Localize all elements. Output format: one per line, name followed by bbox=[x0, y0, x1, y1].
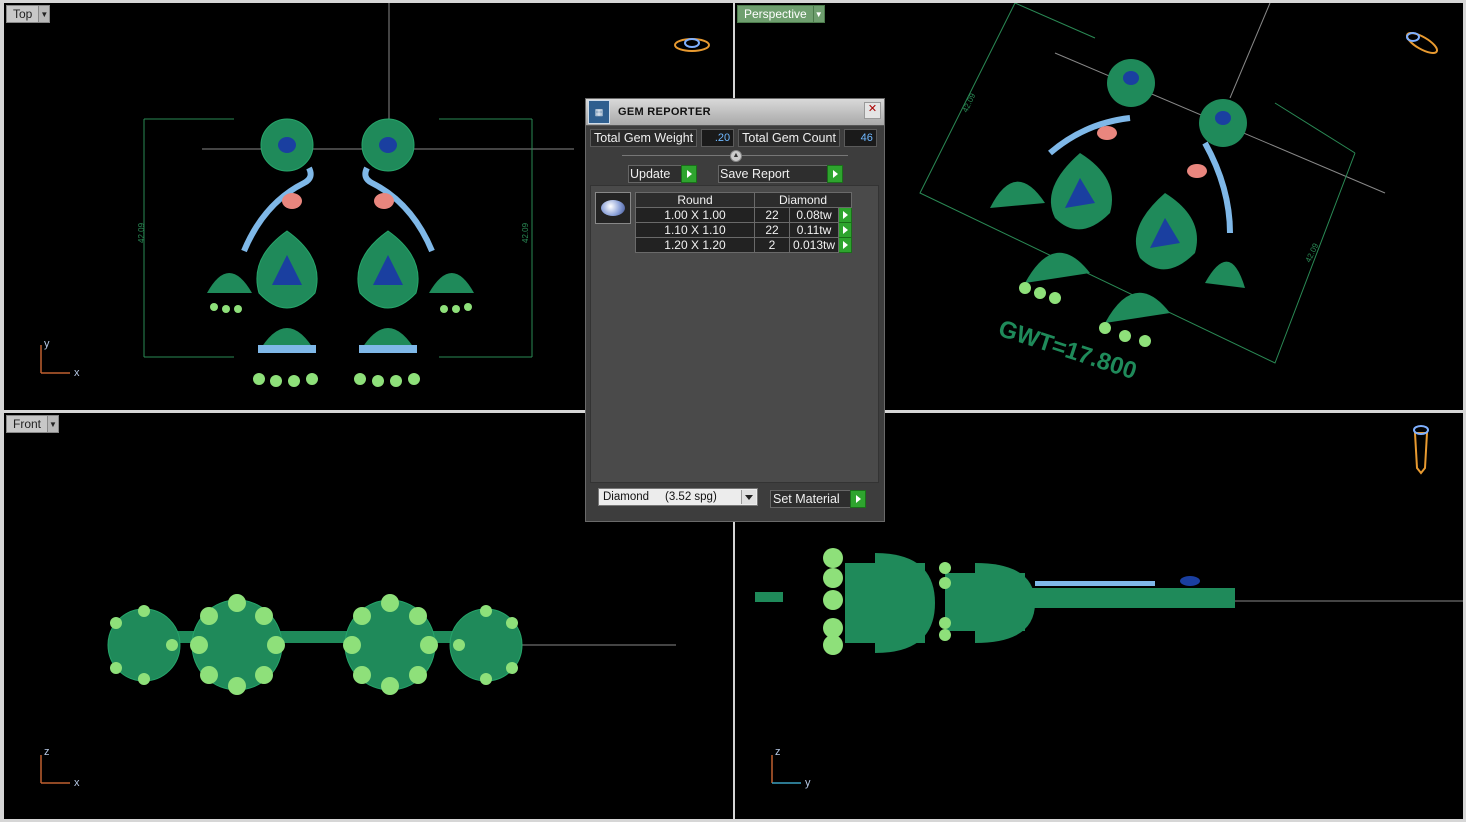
earring-front-parts bbox=[107, 594, 523, 695]
save-report-button-label: Save Report bbox=[720, 167, 790, 181]
row-action-icon[interactable] bbox=[838, 222, 853, 238]
viewport-front-label[interactable]: Front ▼ bbox=[6, 415, 60, 433]
gem-weight-cell: 0.11tw bbox=[788, 222, 840, 238]
material-select-value: Diamond (3.52 spg) bbox=[603, 491, 717, 503]
view-cube-ring-icon[interactable] bbox=[1404, 29, 1439, 56]
round-gem-icon[interactable] bbox=[595, 192, 631, 224]
gem-list-area[interactable]: Round Diamond 1.00 X 1.00 22 0.08tw 1.10… bbox=[590, 185, 879, 483]
view-cube-ring-icon[interactable] bbox=[674, 38, 710, 52]
save-report-button[interactable]: Save Report bbox=[718, 165, 843, 183]
gem-count-cell: 2 bbox=[754, 237, 790, 253]
gem-weight-cell: 0.08tw bbox=[788, 207, 840, 223]
totals-row: Total Gem Weight .20 Total Gem Count 46 bbox=[590, 129, 880, 147]
collapse-up-icon[interactable]: ▲ bbox=[730, 150, 742, 162]
total-gem-weight-value: .20 bbox=[701, 129, 735, 147]
earring-persp-left bbox=[990, 59, 1155, 304]
dimension-label-left: 42.09 bbox=[137, 222, 146, 243]
axis-indicator-front: z x bbox=[40, 746, 80, 789]
viewport-front-name[interactable]: Front bbox=[6, 415, 49, 433]
table-row[interactable]: 1.10 X 1.10 22 0.11tw bbox=[635, 222, 853, 238]
table-row[interactable]: 1.20 X 1.20 2 0.013tw bbox=[635, 237, 853, 253]
viewport-top-label[interactable]: Top ▼ bbox=[6, 5, 51, 23]
svg-text:y: y bbox=[805, 777, 811, 789]
earring-persp-right bbox=[1099, 99, 1247, 347]
svg-text:z: z bbox=[44, 746, 50, 758]
svg-text:x: x bbox=[74, 367, 80, 379]
gwt-annotation: GWT=17.800 bbox=[995, 315, 1140, 385]
viewport-perspective-name[interactable]: Perspective bbox=[737, 5, 814, 23]
dialog-title-bar[interactable]: ▦ GEM REPORTER ✕ bbox=[586, 99, 884, 126]
chevron-down-icon[interactable]: ▼ bbox=[813, 5, 825, 23]
gem-reporter-dialog[interactable]: ▦ GEM REPORTER ✕ Total Gem Weight .20 To… bbox=[585, 98, 885, 522]
axis-indicator-top: y x bbox=[40, 338, 80, 379]
total-gem-weight-label: Total Gem Weight bbox=[590, 129, 698, 147]
material-select[interactable]: Diamond (3.52 spg) bbox=[598, 488, 758, 506]
dimension-label-persp-right: 42.09 bbox=[1304, 241, 1321, 263]
viewport-top-name[interactable]: Top bbox=[6, 5, 40, 23]
table-row[interactable]: 1.00 X 1.00 22 0.08tw bbox=[635, 207, 853, 223]
shape-header: Round bbox=[635, 192, 755, 208]
row-action-icon[interactable] bbox=[838, 207, 853, 223]
total-gem-count-label: Total Gem Count bbox=[738, 129, 840, 147]
set-material-button-label: Set Material bbox=[773, 492, 840, 506]
gem-size-cell: 1.10 X 1.10 bbox=[635, 222, 755, 238]
gem-size-cell: 1.20 X 1.20 bbox=[635, 237, 755, 253]
row-action-icon[interactable] bbox=[838, 237, 853, 253]
set-material-button[interactable]: Set Material bbox=[770, 490, 866, 508]
update-button-label: Update bbox=[630, 167, 671, 181]
dialog-title: GEM REPORTER bbox=[618, 106, 711, 118]
svg-text:x: x bbox=[74, 777, 80, 789]
svg-text:z: z bbox=[775, 746, 781, 758]
gem-count-cell: 22 bbox=[754, 207, 790, 223]
update-button[interactable]: Update bbox=[628, 165, 697, 183]
earring-right bbox=[354, 118, 474, 387]
svg-text:y: y bbox=[44, 338, 50, 350]
gem-size-cell: 1.00 X 1.00 bbox=[635, 207, 755, 223]
chevron-down-icon[interactable]: ▼ bbox=[39, 5, 51, 23]
earring-side-parts bbox=[823, 548, 1235, 655]
gem-weight-cell: 0.013tw bbox=[788, 237, 840, 253]
gem-table: Round Diamond 1.00 X 1.00 22 0.08tw 1.10… bbox=[635, 192, 853, 253]
chevron-down-icon[interactable]: ▼ bbox=[48, 415, 60, 433]
axis-indicator-right: z y bbox=[771, 746, 811, 789]
view-cube-ring-side-icon[interactable] bbox=[1413, 425, 1429, 475]
play-arrow-icon[interactable] bbox=[681, 165, 697, 183]
dimension-label-right: 42.09 bbox=[521, 222, 530, 243]
gem-report-icon: ▦ bbox=[588, 100, 610, 124]
earring-left bbox=[207, 118, 318, 387]
play-arrow-icon[interactable] bbox=[850, 490, 866, 508]
material-header: Diamond bbox=[753, 192, 853, 208]
chevron-down-icon[interactable] bbox=[741, 490, 756, 504]
gem-count-cell: 22 bbox=[754, 222, 790, 238]
close-icon[interactable]: ✕ bbox=[864, 102, 881, 119]
dimension-label-persp-left: 42.09 bbox=[961, 91, 978, 113]
total-gem-count-value: 46 bbox=[843, 129, 877, 147]
play-arrow-icon[interactable] bbox=[827, 165, 843, 183]
viewport-perspective-label[interactable]: Perspective ▼ bbox=[737, 5, 825, 23]
